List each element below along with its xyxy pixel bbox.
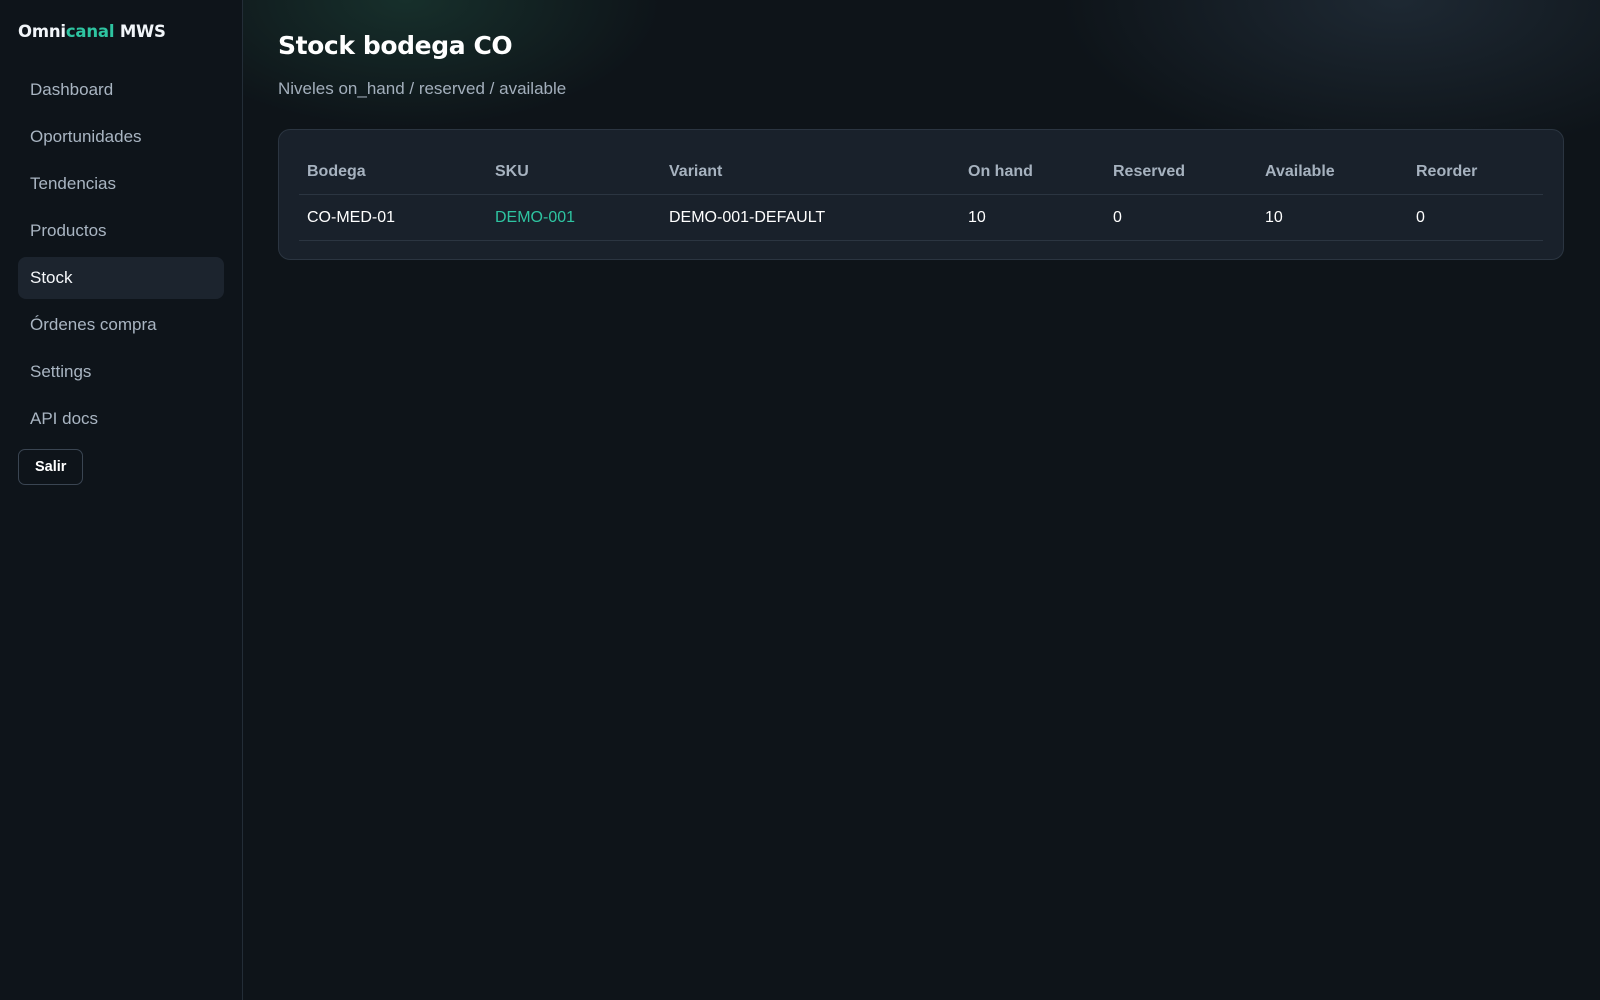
cell-available: 10	[1257, 194, 1408, 241]
logout-button[interactable]: Salir	[18, 449, 84, 485]
page-subtitle: Niveles on_hand / reserved / available	[278, 79, 567, 98]
column-header-bodega: Bodega	[299, 150, 487, 195]
cell-on-hand: 10	[960, 194, 1105, 241]
sku-link[interactable]: DEMO-001	[495, 209, 575, 226]
cell-sku: DEMO-001	[487, 194, 661, 241]
brand-text-omni: Omni	[18, 22, 66, 41]
column-header-reserved: Reserved	[1105, 150, 1257, 195]
sidebar-item-oportunidades[interactable]: Oportunidades	[18, 116, 224, 158]
brand-text-mws: MWS	[114, 22, 166, 41]
page-title: Stock bodega CO	[278, 31, 513, 60]
cell-reorder: 0	[1408, 194, 1543, 241]
stock-table-card: Bodega SKU Variant On hand Reserved Avai…	[278, 129, 1564, 260]
sidebar-item-settings[interactable]: Settings	[18, 351, 224, 393]
sidebar-nav: Dashboard Oportunidades Tendencias Produ…	[18, 69, 224, 485]
app-shell: Omnicanal MWS Dashboard Oportunidades Te…	[0, 0, 1600, 1000]
column-header-variant: Variant	[661, 150, 960, 195]
stock-table: Bodega SKU Variant On hand Reserved Avai…	[299, 150, 1543, 241]
column-header-available: Available	[1257, 150, 1408, 195]
sidebar-item-stock[interactable]: Stock	[18, 257, 224, 299]
table-header-row: Bodega SKU Variant On hand Reserved Avai…	[299, 150, 1543, 195]
brand-logo[interactable]: Omnicanal MWS	[18, 22, 224, 41]
sidebar-item-api-docs[interactable]: API docs	[18, 398, 224, 440]
sidebar-item-ordenes-compra[interactable]: Órdenes compra	[18, 304, 224, 346]
brand-text-canal: canal	[65, 22, 115, 41]
sidebar: Omnicanal MWS Dashboard Oportunidades Te…	[0, 0, 243, 1000]
column-header-sku: SKU	[487, 150, 661, 195]
cell-reserved: 0	[1105, 194, 1257, 241]
sidebar-item-tendencias[interactable]: Tendencias	[18, 163, 224, 205]
sidebar-item-dashboard[interactable]: Dashboard	[18, 69, 224, 111]
column-header-on-hand: On hand	[960, 150, 1105, 195]
sidebar-item-productos[interactable]: Productos	[18, 210, 224, 252]
main-content: Stock bodega CO Niveles on_hand / reserv…	[243, 0, 1600, 1000]
cell-variant: DEMO-001-DEFAULT	[661, 194, 960, 241]
table-row: CO-MED-01 DEMO-001 DEMO-001-DEFAULT 10 0…	[299, 194, 1543, 241]
column-header-reorder: Reorder	[1408, 150, 1543, 195]
cell-bodega: CO-MED-01	[299, 194, 487, 241]
